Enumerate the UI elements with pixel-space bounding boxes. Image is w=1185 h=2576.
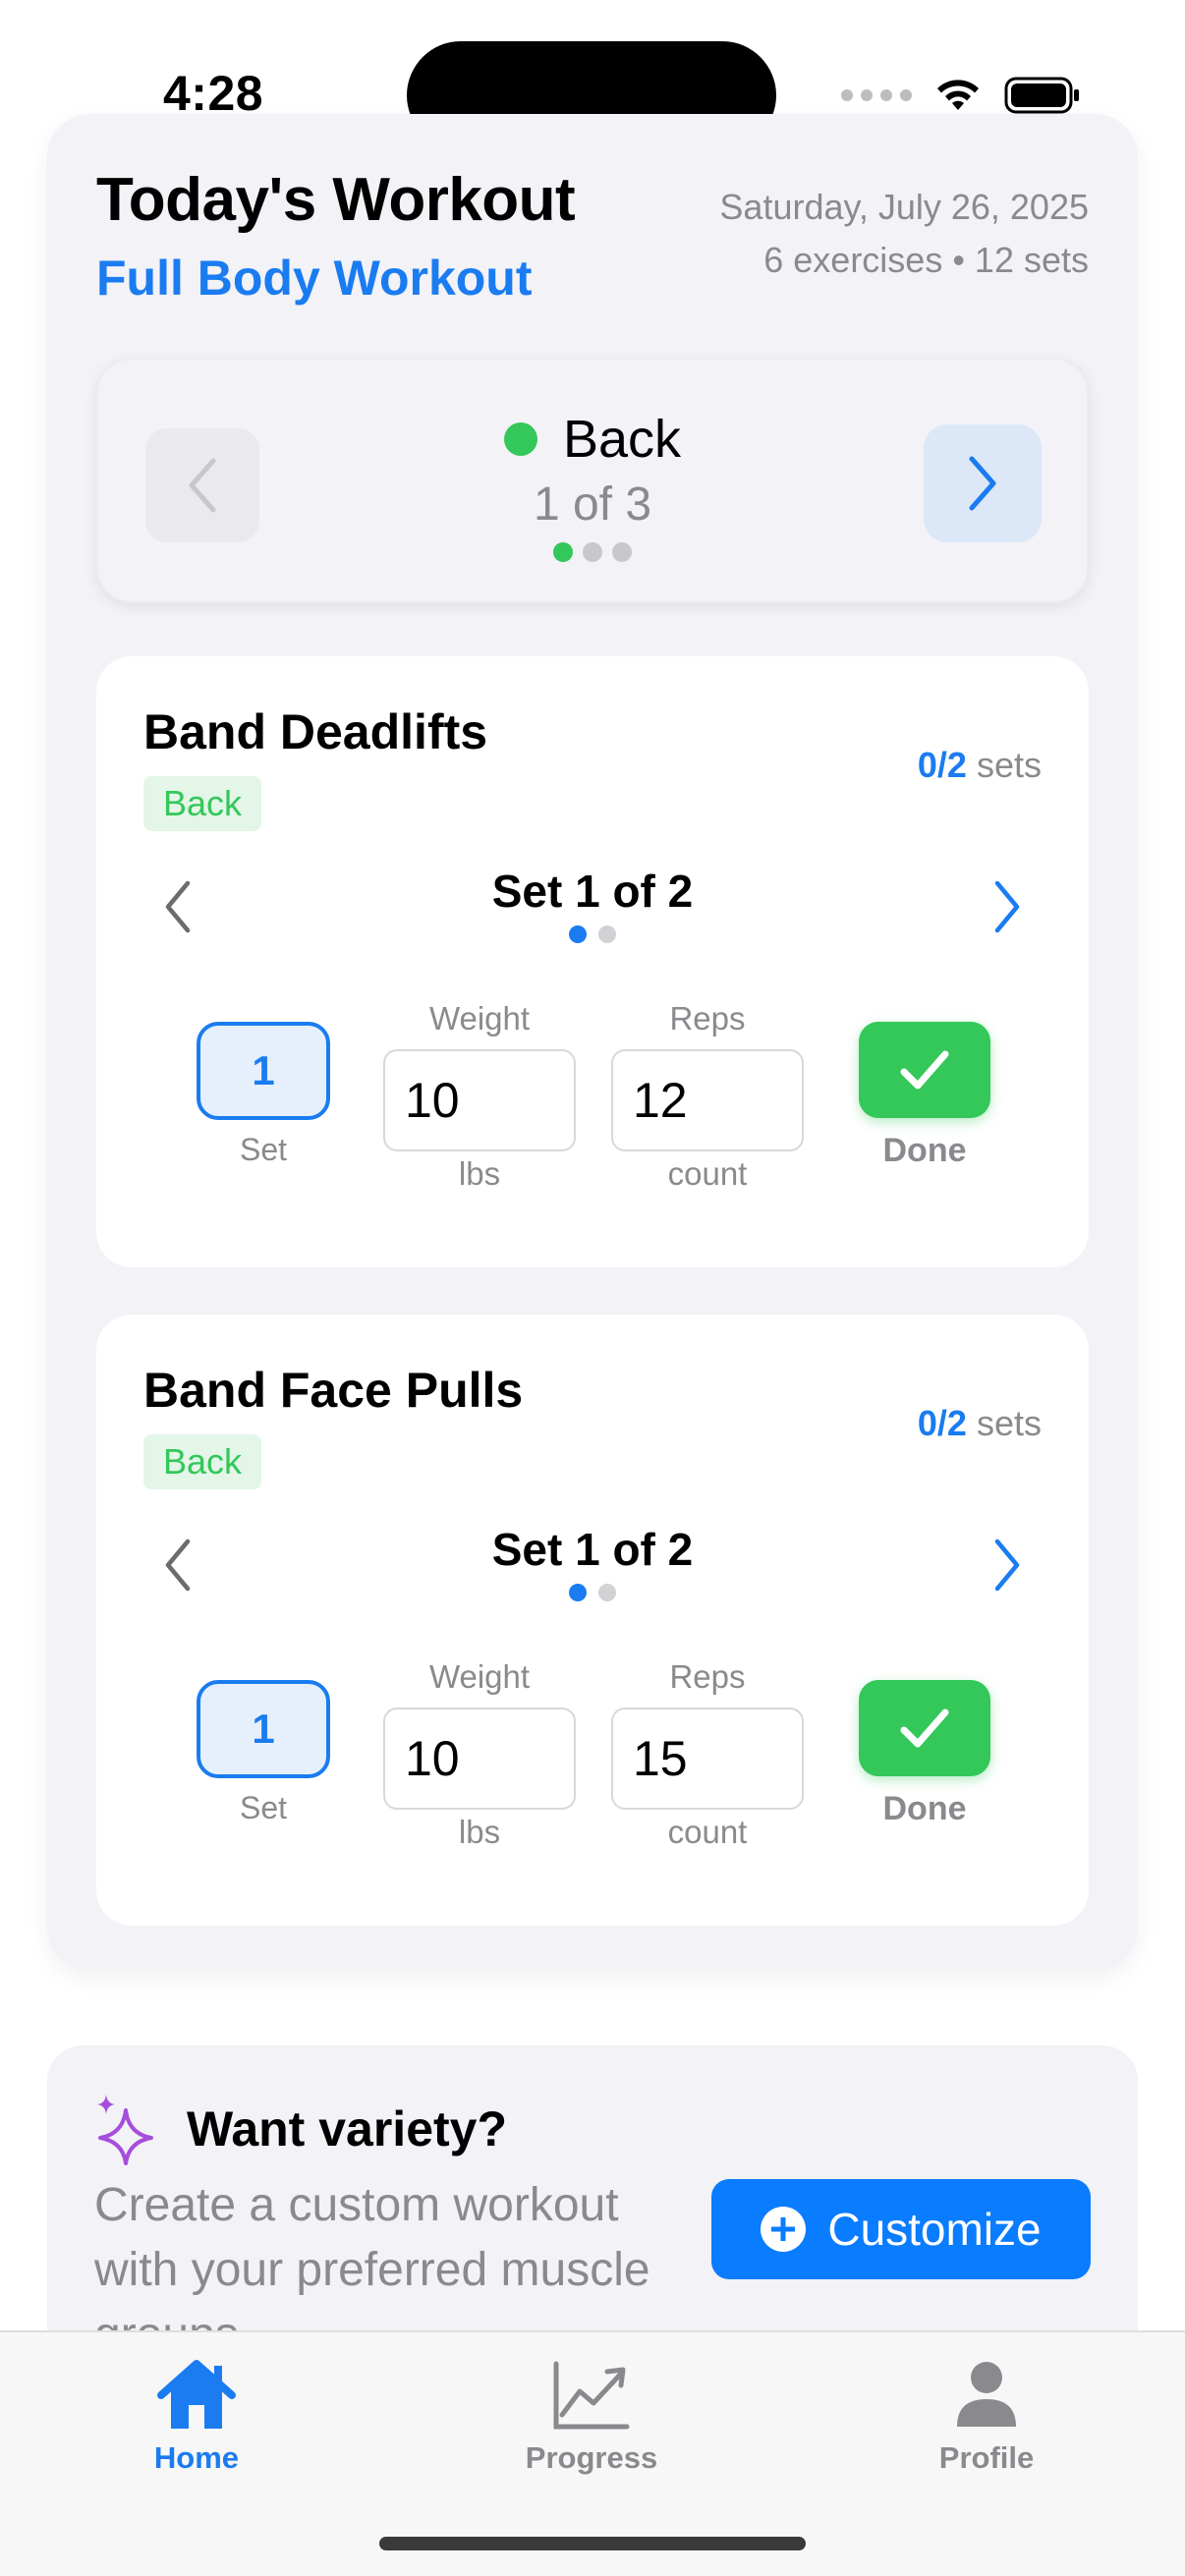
sparkles-icon xyxy=(97,2095,153,2165)
tab-progress[interactable]: Progress xyxy=(474,2358,709,2476)
weight-input[interactable] xyxy=(383,1708,576,1810)
plus-circle-icon xyxy=(761,2207,807,2252)
reps-input[interactable] xyxy=(611,1708,804,1810)
chevron-right-icon xyxy=(969,456,996,511)
set-caption: Set xyxy=(239,1790,288,1825)
weight-label: Weight xyxy=(428,1658,531,1695)
page-dot xyxy=(569,1584,587,1601)
done-button[interactable] xyxy=(859,1022,990,1118)
customize-label: Customize xyxy=(827,2204,1042,2255)
reps-label: Reps xyxy=(669,1000,746,1036)
page-dot xyxy=(598,1584,616,1601)
chart-icon xyxy=(553,2361,630,2430)
next-set-button[interactable] xyxy=(973,872,1022,941)
set-number-badge[interactable]: 1 xyxy=(197,1680,330,1778)
group-page-indicator xyxy=(98,542,1087,562)
muscle-group-navigator: Back 1 of 3 xyxy=(96,358,1089,603)
chevron-right-icon xyxy=(994,880,1020,933)
workout-card: Today's Workout Full Body Workout Saturd… xyxy=(47,114,1138,1971)
group-color-dot xyxy=(503,422,537,456)
customize-button[interactable]: Customize xyxy=(711,2179,1091,2279)
page-dot xyxy=(583,542,602,562)
exercise-name: Band Face Pulls xyxy=(143,1363,524,1418)
set-number-badge[interactable]: 1 xyxy=(197,1022,330,1120)
page-dot xyxy=(612,542,632,562)
next-set-button[interactable] xyxy=(973,1531,1022,1599)
set-caption: Set xyxy=(239,1132,288,1167)
page-dot xyxy=(569,925,587,943)
tab-label: Progress xyxy=(525,2440,658,2475)
wifi-icon xyxy=(933,77,983,114)
person-icon xyxy=(957,2362,1016,2427)
reps-unit: count xyxy=(667,1155,748,1192)
exercise-card: Band Deadlifts Back 0/2 sets Set 1 of 2 … xyxy=(96,656,1089,1267)
tab-label: Profile xyxy=(938,2440,1035,2475)
tab-label: Home xyxy=(153,2440,240,2475)
workout-meta: 6 exercises • 12 sets xyxy=(763,240,1089,280)
variety-title: Want variety? xyxy=(187,2101,508,2156)
sets-done-count: 0/2 xyxy=(917,745,967,785)
page-dot xyxy=(598,925,616,943)
done-label: Done xyxy=(882,1132,967,1169)
exercise-name: Band Deadlifts xyxy=(143,704,488,759)
sets-progress: 0/2 sets xyxy=(918,1403,1042,1444)
tab-profile[interactable]: Profile xyxy=(869,2358,1104,2476)
exercise-card: Band Face Pulls Back 0/2 sets Set 1 of 2… xyxy=(96,1315,1089,1926)
page-dot xyxy=(553,542,573,562)
weight-input[interactable] xyxy=(383,1049,576,1151)
done-button[interactable] xyxy=(859,1680,990,1776)
workout-subtitle: Full Body Workout xyxy=(96,251,533,306)
done-label: Done xyxy=(882,1790,967,1827)
next-group-button[interactable] xyxy=(924,424,1042,542)
cellular-signal-icon xyxy=(841,89,912,101)
weight-unit: lbs xyxy=(458,1814,501,1850)
set-page-indicator xyxy=(96,925,1089,943)
status-indicators xyxy=(841,71,1081,120)
set-title: Set 1 of 2 xyxy=(491,1524,694,1575)
sets-progress: 0/2 sets xyxy=(918,745,1042,786)
workout-date: Saturday, July 26, 2025 xyxy=(719,187,1089,227)
checkmark-icon xyxy=(900,1050,949,1090)
set-page-indicator xyxy=(96,1584,1089,1601)
page-title: Today's Workout xyxy=(96,166,576,234)
muscle-tag: Back xyxy=(143,776,262,831)
group-name: Back xyxy=(562,410,682,469)
tab-home[interactable]: Home xyxy=(79,2358,314,2476)
reps-unit: count xyxy=(667,1814,748,1850)
checkmark-icon xyxy=(900,1708,949,1748)
home-indicator xyxy=(379,2537,806,2550)
sets-done-count: 0/2 xyxy=(917,1403,967,1443)
reps-label: Reps xyxy=(669,1658,746,1695)
set-title: Set 1 of 2 xyxy=(491,866,694,917)
reps-input[interactable] xyxy=(611,1049,804,1151)
sets-label: sets xyxy=(976,1403,1042,1443)
battery-icon xyxy=(1004,76,1081,115)
chevron-right-icon xyxy=(994,1539,1020,1592)
house-icon xyxy=(157,2360,236,2429)
weight-unit: lbs xyxy=(458,1155,501,1192)
sets-label: sets xyxy=(976,745,1042,785)
muscle-tag: Back xyxy=(143,1434,262,1489)
weight-label: Weight xyxy=(428,1000,531,1036)
